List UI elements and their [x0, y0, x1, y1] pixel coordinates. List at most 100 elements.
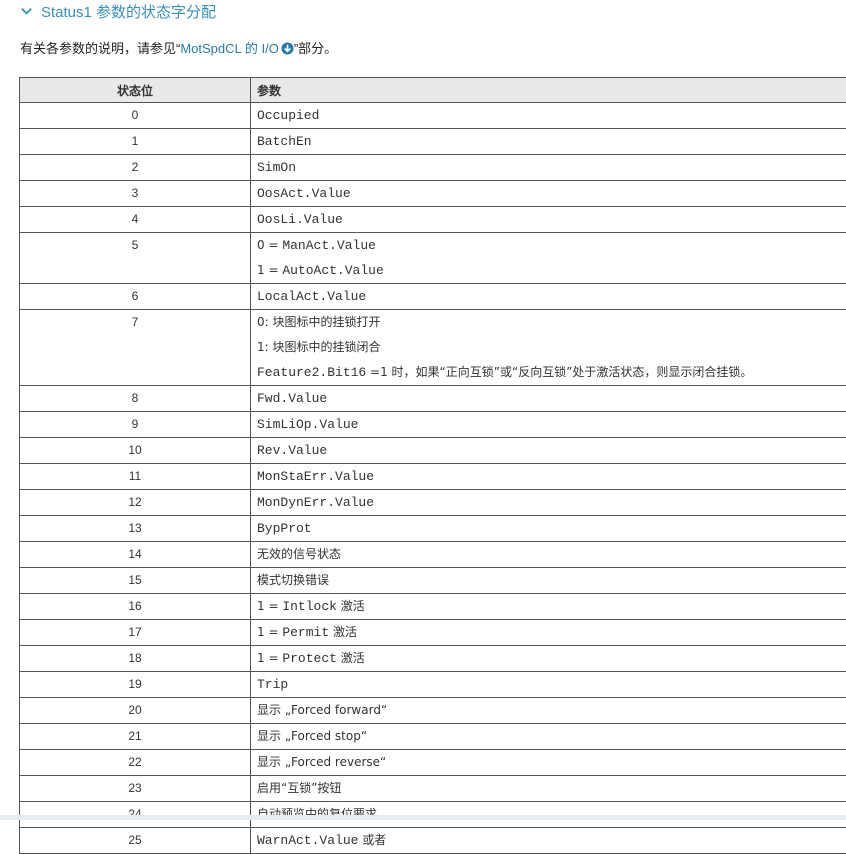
status-bit: 12 [26, 490, 244, 515]
parameter-line: 启用“互锁”按钮 [257, 776, 844, 801]
status-bit-cell: 15 [20, 568, 251, 594]
parameter-text: Trip [257, 677, 288, 692]
parameter-text: Permit [282, 625, 329, 640]
status-bit: 21 [26, 724, 244, 749]
parameter-line: WarnAct.Value 或者 [257, 828, 844, 853]
table-row: 25WarnAct.Value 或者 [20, 828, 846, 854]
parameter-cell: SimOn [251, 155, 846, 181]
parameter-text: BypProt [257, 521, 312, 536]
parameter-suffix: 激活 [337, 599, 365, 613]
status-bit-cell: 1 [20, 129, 251, 155]
table-row: 12 MonDynErr.Value [20, 490, 846, 516]
table-row: 9 SimLiOp.Value [20, 412, 846, 438]
status-bit: 2 [26, 155, 244, 180]
parameter-text: 显示 „Forced stop“ [257, 729, 367, 743]
parameter-cell: LocalAct.Value [251, 284, 846, 310]
status-bit-cell: 25 [20, 828, 251, 854]
parameter-cell: 1 = Permit 激活 [251, 620, 846, 646]
parameter-text: Protect [282, 651, 337, 666]
parameter-text: Intlock [282, 599, 337, 614]
status-bit: 23 [26, 776, 244, 801]
status-bit-cell: 10 [20, 438, 251, 464]
status-bit-cell: 16 [20, 594, 251, 620]
status-bit: 18 [26, 646, 244, 671]
status-bit-cell: 22 [20, 750, 251, 776]
intro-before: 有关各参数的说明，请参见“ [20, 41, 180, 56]
parameter-text: WarnAct.Value [257, 833, 358, 848]
status-bit-cell: 4 [20, 207, 251, 233]
status-bit-cell: 20 [20, 698, 251, 724]
table-row: 13 BypProt [20, 516, 846, 542]
status-bit-cell: 13 [20, 516, 251, 542]
parameter-cell: SimLiOp.Value [251, 412, 846, 438]
parameter-text: 显示 „Forced forward“ [257, 703, 387, 717]
status-bit: 17 [26, 620, 244, 645]
parameter-prefix: 1 = [257, 263, 282, 277]
io-link[interactable]: MotSpdCL 的 I/O [180, 41, 294, 56]
table-row: 4 OosLi.Value [20, 207, 846, 233]
parameter-text: SimLiOp.Value [257, 417, 358, 432]
status-bit: 3 [26, 181, 244, 206]
parameter-cell: MonStaErr.Value [251, 464, 846, 490]
status-bit: 10 [26, 438, 244, 463]
parameter-text: 模式切换错误 [257, 573, 329, 587]
parameter-line: 无效的信号状态 [257, 542, 844, 567]
parameter-text: 启用“互锁”按钮 [257, 781, 341, 795]
parameter-cell: Fwd.Value [251, 386, 846, 412]
parameter-cell: MonDynErr.Value [251, 490, 846, 516]
parameter-cell: 显示 „Forced forward“ [251, 698, 846, 724]
parameter-text: Rev.Value [257, 443, 327, 458]
table-row: 21 显示 „Forced stop“ [20, 724, 846, 750]
status-bit-cell: 19 [20, 672, 251, 698]
parameter-text: 1: 块图标中的挂锁闭合 [257, 340, 381, 354]
status-bit-cell: 2 [20, 155, 251, 181]
status-bit-cell: 3 [20, 181, 251, 207]
parameter-text: Fwd.Value [257, 391, 327, 406]
parameter-cell: Trip [251, 672, 846, 698]
parameter-text: Feature2.Bit16 [257, 365, 366, 380]
status-bit: 9 [26, 412, 244, 437]
parameter-cell: WarnAct.Value 或者 [251, 828, 846, 854]
parameter-line: MonDynErr.Value [257, 490, 844, 515]
status-bit: 4 [26, 207, 244, 232]
parameter-cell: BatchEn [251, 129, 846, 155]
table-row: 15 模式切换错误 [20, 568, 846, 594]
status-bit: 20 [26, 698, 244, 723]
section-toggle[interactable]: Status1 参数的状态字分配 [20, 0, 216, 22]
parameter-line: Fwd.Value [257, 386, 844, 411]
status-bit-cell: 0 [20, 103, 251, 129]
status-bit: 0 [26, 103, 244, 128]
table-row: 10 Rev.Value [20, 438, 846, 464]
arrow-down-circle-icon [281, 42, 294, 55]
table-row: 16 1 = Intlock 激活 [20, 594, 846, 620]
parameter-prefix: 1 = [257, 651, 282, 665]
parameter-line: 1: 块图标中的挂锁闭合 [257, 335, 844, 360]
parameter-line: Occupied [257, 103, 844, 128]
status-bit-cell: 21 [20, 724, 251, 750]
parameter-line: 1 = Intlock 激活 [257, 594, 844, 619]
status-bit: 6 [26, 284, 244, 309]
parameter-line: 模式切换错误 [257, 568, 844, 593]
parameter-text: 显示 „Forced reverse“ [257, 755, 386, 769]
table-row: 1BatchEn [20, 129, 846, 155]
parameter-text: MonStaErr.Value [257, 469, 374, 484]
table-row: 17 1 = Permit 激活 [20, 620, 846, 646]
parameter-cell: 1 = Protect 激活 [251, 646, 846, 672]
parameter-text: ManAct.Value [282, 238, 376, 253]
table-row: 3OosAct.Value [20, 181, 846, 207]
parameter-line: 显示 „Forced stop“ [257, 724, 844, 749]
status-bit: 16 [26, 594, 244, 619]
parameter-cell: OosLi.Value [251, 207, 846, 233]
status-bit-cell: 6 [20, 284, 251, 310]
status-bit-cell: 7 [20, 310, 251, 386]
parameter-suffix: 或者 [358, 833, 386, 847]
table-row: 50 = ManAct.Value1 = AutoAct.Value [20, 233, 846, 284]
status-bit: 13 [26, 516, 244, 541]
parameter-line: 1 = Protect 激活 [257, 646, 844, 671]
status-bit: 15 [26, 568, 244, 593]
table-row: 19 Trip [20, 672, 846, 698]
parameter-text: SimOn [257, 160, 296, 175]
status-bit-cell: 8 [20, 386, 251, 412]
parameter-text: OosLi.Value [257, 212, 343, 227]
parameter-line: SimOn [257, 155, 844, 180]
